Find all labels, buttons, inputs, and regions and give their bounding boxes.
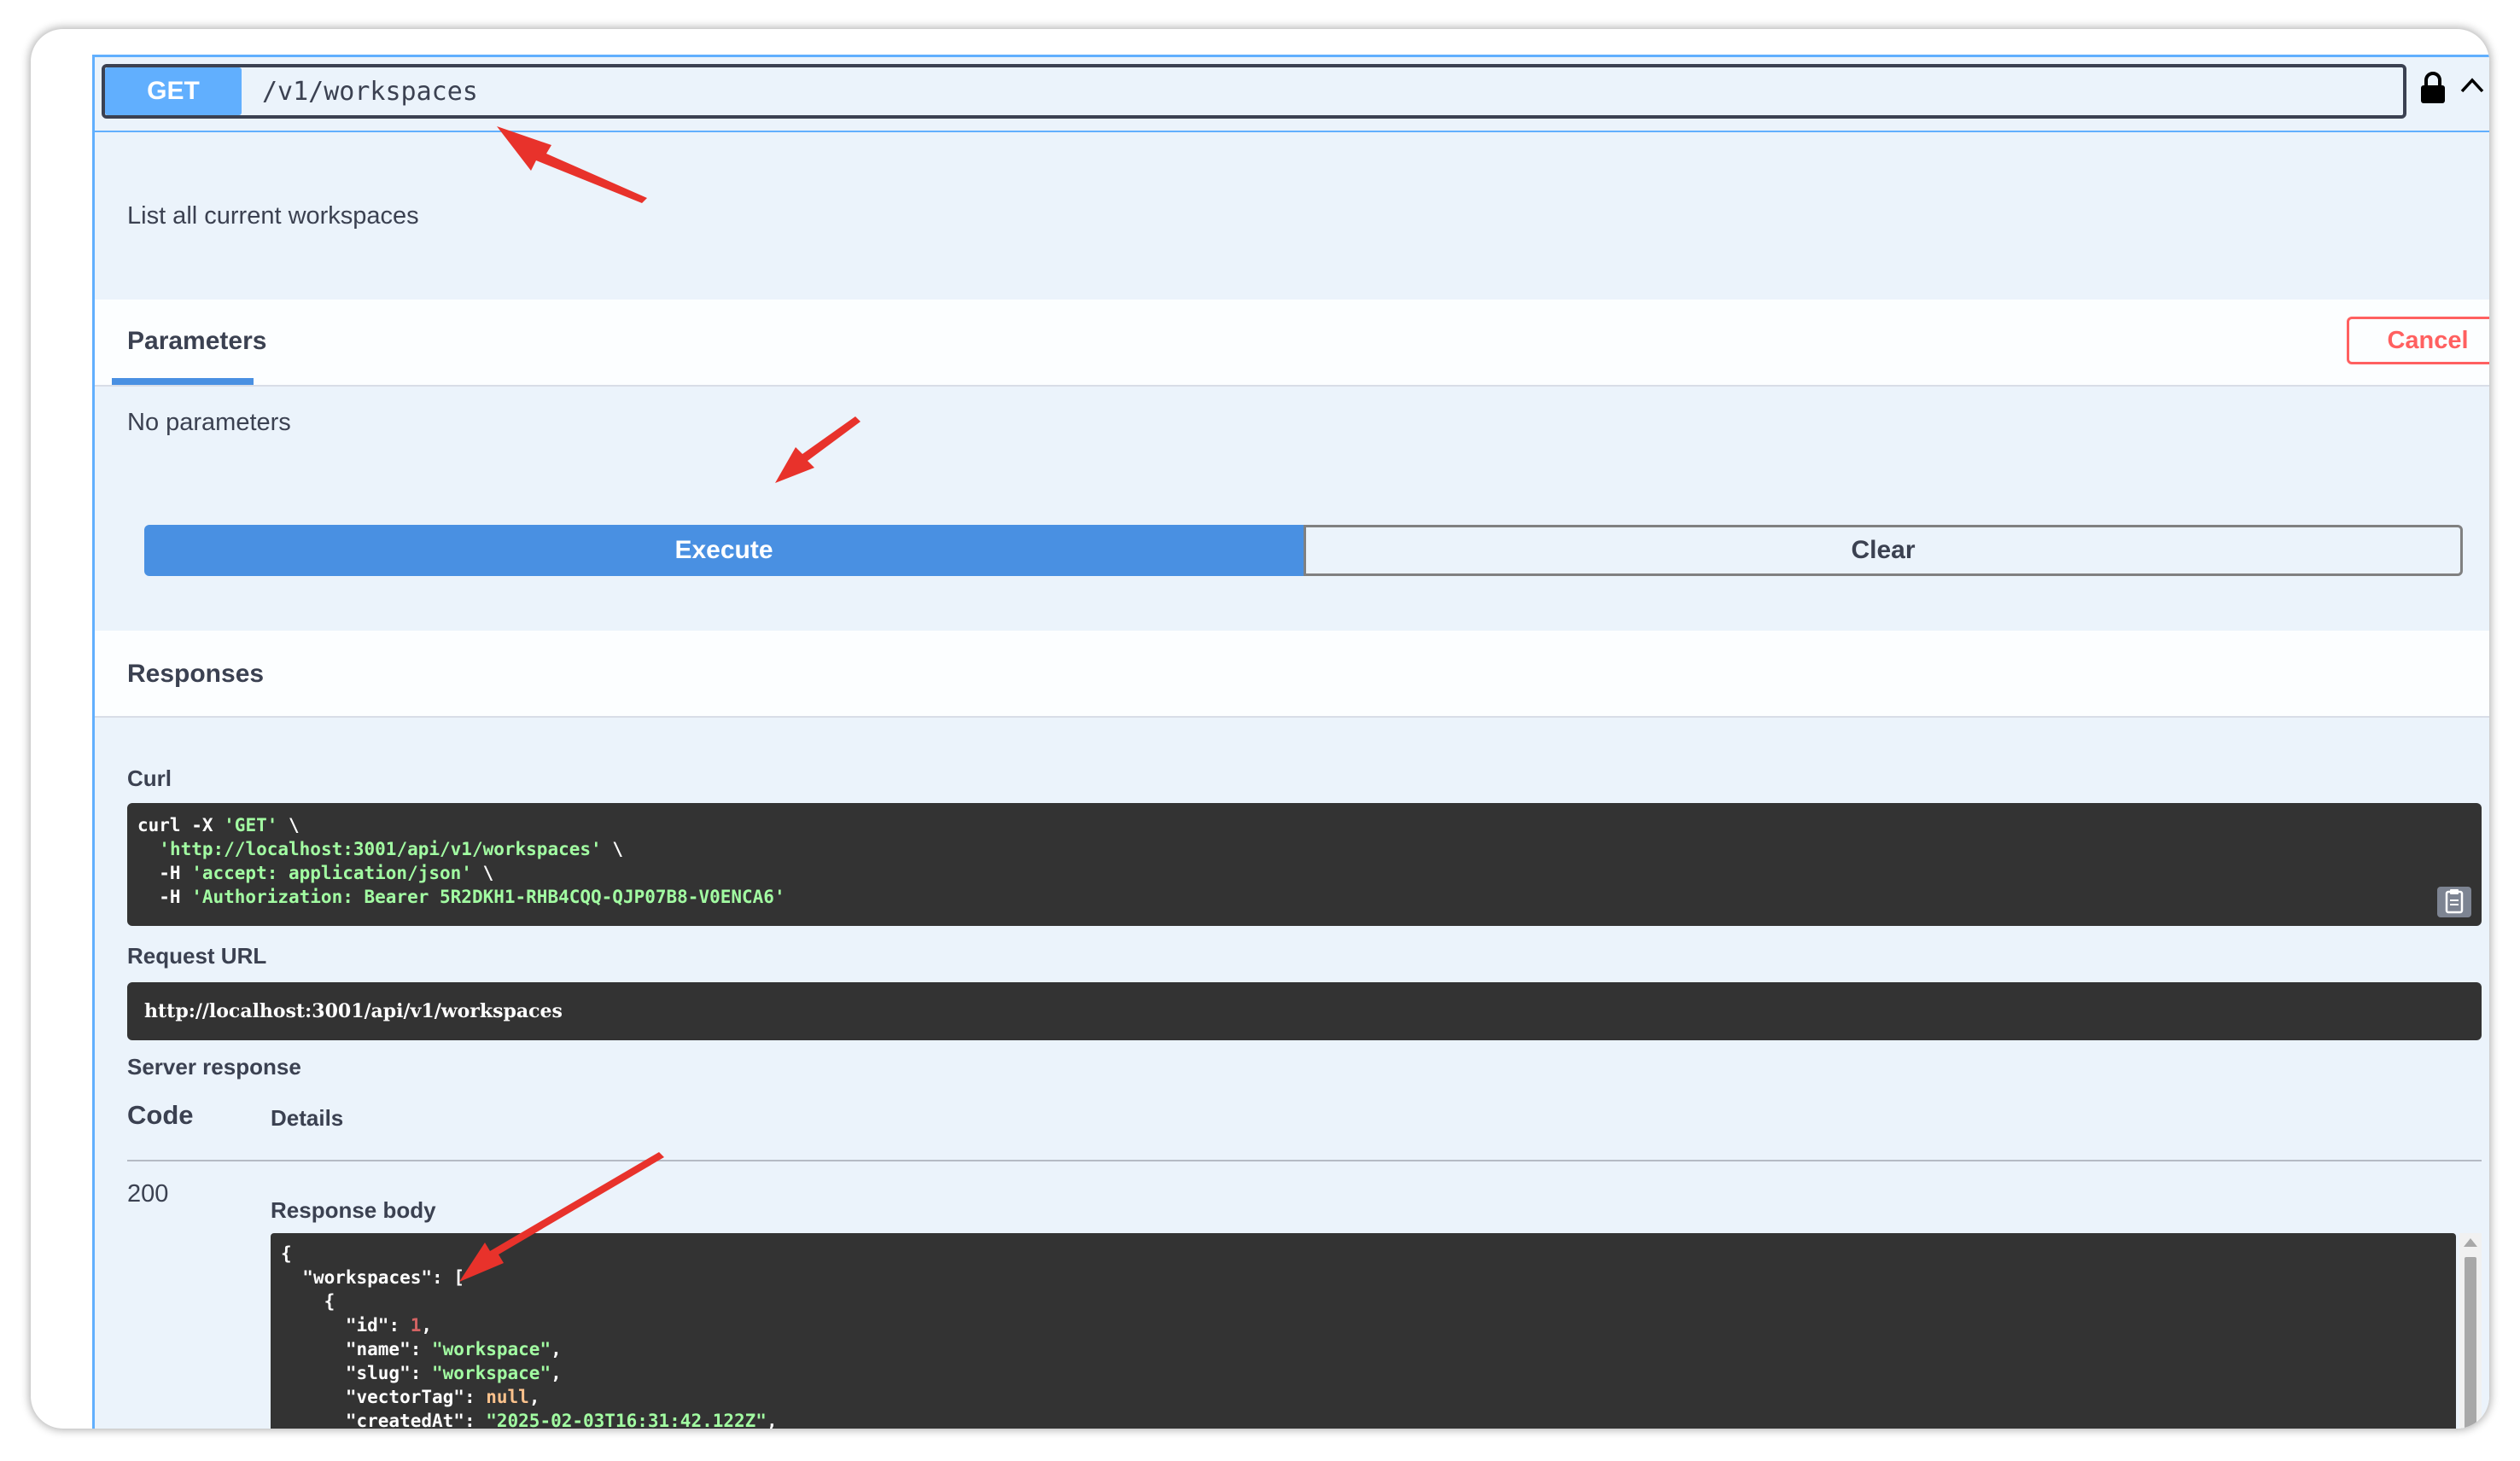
lock-icon[interactable] bbox=[2418, 71, 2447, 105]
scroll-thumb[interactable] bbox=[2465, 1257, 2476, 1429]
response-body-scrollbar[interactable] bbox=[2459, 1233, 2482, 1429]
response-body-block[interactable]: { "workspaces": [ { "id": 1, "name": "wo… bbox=[271, 1233, 2456, 1429]
cancel-button[interactable]: Cancel bbox=[2347, 317, 2489, 364]
json-key: "createdAt" bbox=[345, 1411, 464, 1429]
json-key: "name" bbox=[345, 1339, 411, 1359]
json-tail: , bbox=[551, 1339, 562, 1359]
json-line: "workspaces": [ bbox=[281, 1266, 2446, 1289]
json-value: null bbox=[486, 1387, 529, 1407]
curl-lines: curl -X 'GET' \ 'http://localhost:3001/a… bbox=[137, 813, 2471, 909]
curl-line: 'http://localhost:3001/api/v1/workspaces… bbox=[137, 837, 2471, 861]
json-punct: : bbox=[432, 1267, 454, 1288]
curl-string: 'http://localhost:3001/api/v1/workspaces… bbox=[159, 839, 602, 859]
response-body-lines: { "workspaces": [ { "id": 1, "name": "wo… bbox=[281, 1242, 2446, 1429]
parameters-header: Parameters Cancel bbox=[95, 300, 2489, 387]
curl-text: \ bbox=[601, 839, 623, 859]
responses-header: Responses bbox=[95, 631, 2489, 718]
tab-parameters[interactable]: Parameters bbox=[127, 327, 266, 356]
chevron-up-icon[interactable] bbox=[2459, 76, 2485, 95]
curl-label: Curl bbox=[127, 765, 172, 791]
tab-active-indicator bbox=[112, 378, 254, 385]
json-tail: , bbox=[551, 1363, 562, 1383]
operation-description: List all current workspaces bbox=[127, 202, 419, 230]
json-punct: : bbox=[464, 1411, 487, 1429]
json-line: "name": "workspace", bbox=[281, 1337, 2446, 1361]
response-body-label: Response body bbox=[271, 1197, 436, 1223]
json-key: "vectorTag" bbox=[345, 1387, 464, 1407]
json-tail: , bbox=[421, 1315, 433, 1336]
json-value: [ bbox=[453, 1267, 464, 1288]
json-value: "workspace" bbox=[432, 1363, 551, 1383]
request-url-block[interactable]: http://localhost:3001/api/v1/workspaces bbox=[127, 982, 2482, 1040]
code-column-header: Code bbox=[127, 1100, 194, 1130]
curl-text: \ bbox=[277, 815, 300, 835]
table-divider bbox=[127, 1160, 2482, 1161]
details-column-header: Details bbox=[271, 1105, 344, 1131]
curl-string: 'GET' bbox=[224, 815, 278, 835]
json-punct: : bbox=[464, 1387, 487, 1407]
no-parameters-text: No parameters bbox=[127, 409, 291, 436]
window-frame: GET /v1/workspaces List all current work… bbox=[31, 29, 2489, 1429]
execute-wrapper: Execute Clear bbox=[144, 525, 2463, 576]
json-value: "2025-02-03T16:31:42.122Z" bbox=[486, 1411, 767, 1429]
scroll-up-arrow[interactable] bbox=[2464, 1238, 2477, 1247]
json-punct: : bbox=[410, 1363, 433, 1383]
operation-summary-bar[interactable]: GET /v1/workspaces bbox=[102, 64, 2406, 119]
json-line: "slug": "workspace", bbox=[281, 1361, 2446, 1385]
json-line: { bbox=[281, 1242, 2446, 1266]
curl-line: -H 'accept: application/json' \ bbox=[137, 861, 2471, 885]
json-line: { bbox=[281, 1289, 2446, 1313]
curl-text bbox=[137, 839, 159, 859]
curl-text: -H bbox=[137, 887, 192, 907]
curl-text: curl -X bbox=[137, 815, 225, 835]
execute-button[interactable]: Execute bbox=[144, 525, 1304, 576]
json-key: "workspaces" bbox=[302, 1267, 433, 1288]
operation-block-get-workspaces: GET /v1/workspaces List all current work… bbox=[92, 55, 2489, 1429]
status-code: 200 bbox=[127, 1180, 169, 1208]
server-response-label: Server response bbox=[127, 1054, 301, 1080]
json-punct: { bbox=[324, 1291, 335, 1312]
json-key: "slug" bbox=[345, 1363, 411, 1383]
json-line: "id": 1, bbox=[281, 1313, 2446, 1337]
json-line: "vectorTag": null, bbox=[281, 1385, 2446, 1409]
curl-line: -H 'Authorization: Bearer 5R2DKH1-RHB4CQ… bbox=[137, 885, 2471, 909]
responses-title: Responses bbox=[127, 660, 265, 688]
endpoint-path: /v1/workspaces bbox=[262, 76, 478, 107]
operation-summary[interactable]: GET /v1/workspaces bbox=[95, 57, 2489, 132]
curl-code-block[interactable]: curl -X 'GET' \ 'http://localhost:3001/a… bbox=[127, 803, 2482, 926]
request-url-label: Request URL bbox=[127, 943, 267, 969]
json-tail: , bbox=[766, 1411, 778, 1429]
json-value: 1 bbox=[410, 1315, 422, 1336]
curl-string: 'Authorization: Bearer 5R2DKH1-RHB4CQQ-Q… bbox=[191, 887, 785, 907]
curl-line: curl -X 'GET' \ bbox=[137, 813, 2471, 837]
curl-text: -H bbox=[137, 863, 192, 883]
copy-icon[interactable] bbox=[2437, 887, 2471, 917]
json-tail: , bbox=[528, 1387, 540, 1407]
json-value: "workspace" bbox=[432, 1339, 551, 1359]
json-line: "createdAt": "2025-02-03T16:31:42.122Z", bbox=[281, 1409, 2446, 1429]
clear-button[interactable]: Clear bbox=[1304, 525, 2463, 576]
curl-text: \ bbox=[471, 863, 494, 883]
curl-string: 'accept: application/json' bbox=[191, 863, 472, 883]
json-key: "id" bbox=[345, 1315, 389, 1336]
json-punct: : bbox=[388, 1315, 411, 1336]
json-punct: : bbox=[410, 1339, 433, 1359]
method-badge: GET bbox=[105, 67, 242, 115]
json-punct: { bbox=[281, 1243, 292, 1264]
